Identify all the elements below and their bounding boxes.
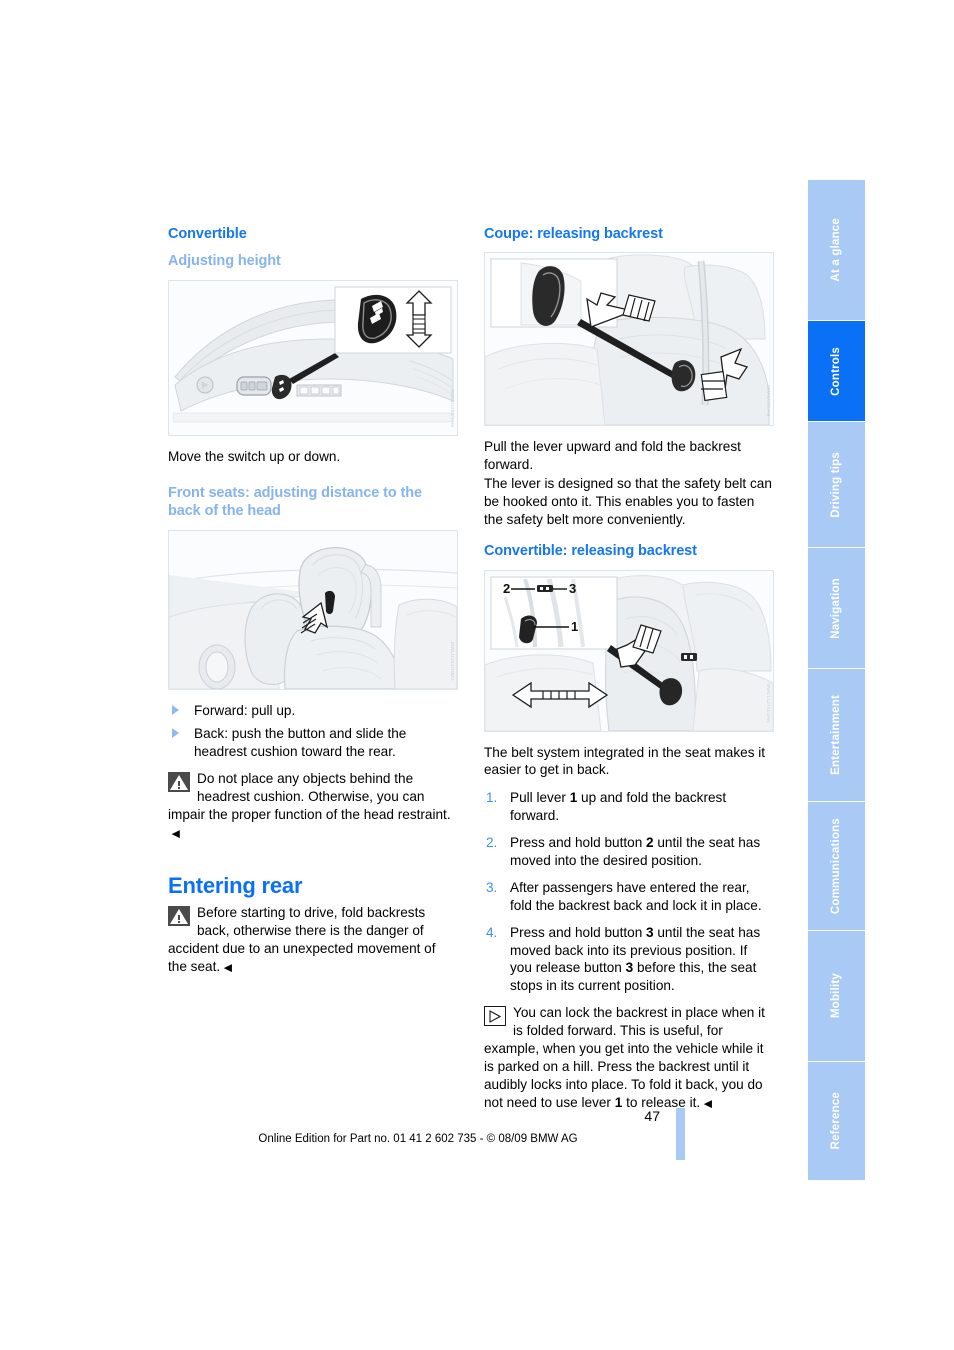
step-number: 4. [486,924,498,940]
tab-mobility[interactable]: Mobility [808,931,865,1061]
step-text: Pull lever 1 up and fold the backrest fo… [510,789,727,823]
list-item: 1. Pull lever 1 up and fold the backrest… [484,789,772,825]
list-item: 2. Press and hold button 2 until the sea… [484,834,772,870]
figure-code: WWL/1241/1WAL [450,641,455,682]
info-triangle-icon [484,1006,506,1027]
tab-reference[interactable]: Reference [808,1062,865,1180]
note-text: You can lock the backrest in place when … [484,1005,765,1111]
end-of-note-marker: ◄ [169,825,183,841]
page-number: 47 [644,1108,660,1124]
warning-triangle-icon [168,906,190,927]
step-number: 1. [486,789,498,805]
heading-coupe-releasing-backrest: Coupe: releasing backrest [484,226,663,242]
right-column: Coupe: releasing backrest WWW/18CAM Pull… [484,225,774,1123]
warning-text: Before starting to drive, fold backrests… [168,905,436,974]
tab-at-a-glance[interactable]: At a glance [808,180,865,320]
tab-navigation[interactable]: Navigation [808,548,865,668]
figure-code: WWCL1271C4AN [766,682,771,723]
page-number-bar [676,1108,685,1160]
left-column: Convertible Adjusting height WWW/1200/1A… [168,225,458,987]
triangle-bullet-icon [172,728,179,739]
tab-communications[interactable]: Communications [808,802,865,930]
tab-driving-tips[interactable]: Driving tips [808,422,865,547]
coupe-instruction-1: Pull the lever upward and fold the backr… [484,439,741,472]
tab-label: Mobility [829,973,842,1019]
step-number: 2. [486,834,498,850]
end-of-note-marker: ◄ [701,1096,715,1112]
heading-convertible-releasing-backrest: Convertible: releasing backrest [484,543,697,560]
tab-label: At a glance [829,218,842,282]
info-note-backrest-lock: You can lock the backrest in place when … [484,1004,772,1113]
subheading-front-seats-distance: Front seats: adjusting distance to the b… [168,484,423,520]
subheading-adjusting-height: Adjusting height [168,253,281,270]
figure-headrest-distance: WWL/1241/1WAL [168,530,458,691]
tab-label: Driving tips [829,451,842,518]
tab-label: Navigation [829,577,842,639]
figure-code: WWW/18CAM [766,385,771,418]
tab-entertainment[interactable]: Entertainment [808,669,865,801]
callout-3: 3 [569,581,576,596]
edition-footer: Online Edition for Part no. 01 41 2 602 … [258,1133,578,1145]
step-text: Press and hold button 3 until the seat h… [510,924,761,994]
tab-label: Entertainment [829,695,842,775]
triangle-bullet-icon [172,705,179,716]
section-tab-rail: At a glance Controls Driving tips Naviga… [808,180,865,1180]
tab-label: Communications [829,817,842,915]
step-text: After passengers have entered the rear, … [510,879,762,913]
list-item: Back: push the button and slide the head… [168,725,456,761]
convertible-backrest-illustration: 2 3 1 [485,570,773,731]
headrest-illustration [169,531,457,690]
headrest-adjust-bullets: Forward: pull up. Back: push the button … [168,702,456,761]
callout-1: 1 [571,619,578,634]
manual-page: At a glance Controls Driving tips Naviga… [0,0,954,1350]
section-title-entering-rear: Entering rear [168,872,303,898]
tab-label: Controls [829,346,842,396]
warning-entering-rear: Before starting to drive, fold backrests… [168,904,456,977]
convertible-intro-text: The belt system integrated in the seat m… [484,744,766,778]
warning-headrest-objects: Do not place any objects behind the head… [168,770,456,843]
warning-triangle-icon [168,772,190,793]
figure-convertible-backrest: 2 3 1 WWCL1271C4AN [484,569,774,732]
convertible-steps-list: 1. Pull lever 1 up and fold the backrest… [484,789,772,995]
heading-convertible: Convertible [168,226,247,242]
tab-controls[interactable]: Controls [808,321,865,421]
callout-2: 2 [503,581,510,596]
bullet-text: Back: push the button and slide the head… [194,726,407,760]
list-item: 3. After passengers have entered the rea… [484,879,772,915]
step-number: 3. [486,879,498,895]
seat-switch-illustration [169,280,457,435]
bullet-text: Forward: pull up. [194,703,296,719]
figure-seat-height-switch: WWW/1200/1AW [168,279,458,436]
coupe-instruction-2: The lever is designed so that the safety… [484,476,772,527]
figure-code: WWW/1200/1AW [450,388,455,427]
text-move-switch: Move the switch up or down. [168,448,341,464]
end-of-note-marker: ◄ [221,960,235,975]
figure-coupe-backrest: WWW/18CAM [484,252,774,427]
warning-text: Do not place any objects behind the head… [168,771,451,823]
coupe-backrest-illustration [485,253,773,426]
tab-label: Reference [829,1092,842,1150]
step-text: Press and hold button 2 until the seat h… [510,834,761,868]
list-item: Forward: pull up. [168,702,456,720]
list-item: 4. Press and hold button 3 until the sea… [484,924,772,996]
